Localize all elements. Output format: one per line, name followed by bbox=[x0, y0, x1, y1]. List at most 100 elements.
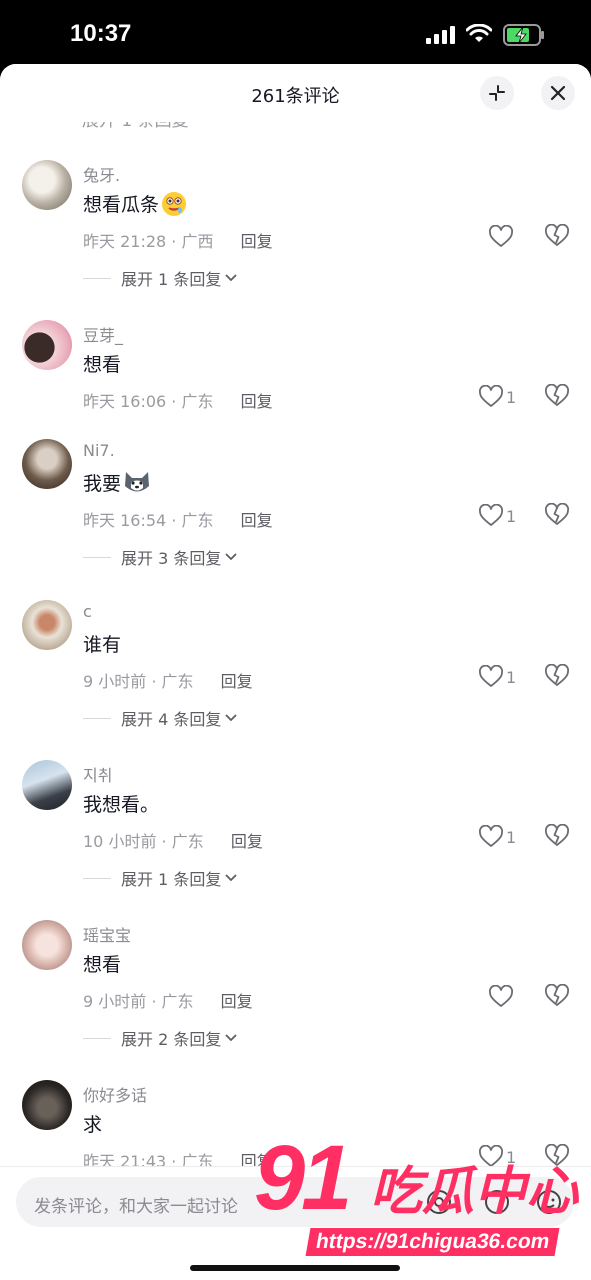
comment-time-location: 9 小时前 · 广东 bbox=[83, 992, 194, 1011]
comment-time-location: 昨天 21:28 · 广西 bbox=[83, 232, 214, 251]
divider-line bbox=[83, 556, 111, 558]
like-button[interactable] bbox=[488, 984, 516, 1010]
watermark-brand-text: 吃瓜中心 bbox=[370, 1162, 579, 1222]
comment-meta: 10 小时前 · 广东 回复 bbox=[83, 828, 263, 852]
heart-icon bbox=[479, 385, 503, 407]
expand-replies-button[interactable]: 展开 1 条回复 bbox=[83, 866, 237, 890]
comment-text: 我想看。 bbox=[83, 790, 159, 817]
comment-text-content: 我想看。 bbox=[83, 794, 160, 816]
comment-text: 想看 bbox=[83, 350, 121, 377]
reply-button[interactable]: 回复 bbox=[231, 832, 263, 851]
comment-meta: 昨天 16:54 · 广东 回复 bbox=[83, 507, 273, 531]
like-count: 1 bbox=[506, 387, 517, 407]
collapse-icon bbox=[489, 85, 505, 101]
expand-replies-label: 展开 1 条回复 bbox=[121, 870, 222, 889]
watermark-logo: 91 吃瓜中心 https://91chigua36.com bbox=[250, 1132, 580, 1272]
comment-text: 求 bbox=[83, 1110, 102, 1137]
like-count: 1 bbox=[506, 506, 517, 526]
like-button[interactable]: 1 bbox=[478, 664, 516, 690]
like-count: 1 bbox=[506, 667, 517, 687]
broken-heart-icon[interactable] bbox=[544, 224, 570, 248]
comment-text: 谁有 bbox=[83, 630, 121, 657]
wifi-icon bbox=[466, 24, 492, 42]
husky-dog-emoji-icon bbox=[125, 471, 150, 491]
avatar[interactable] bbox=[22, 600, 72, 650]
expand-replies-button[interactable]: 展开 3 条回复 bbox=[83, 545, 237, 569]
comment-text: 我要 bbox=[83, 469, 151, 496]
expand-replies-label: 展开 3 条回复 bbox=[121, 549, 222, 568]
comment-username[interactable]: Ni7. bbox=[83, 441, 115, 460]
comment-text-content: 谁有 bbox=[83, 634, 122, 656]
reply-button[interactable]: 回复 bbox=[241, 392, 273, 411]
comment-username[interactable]: 지취 bbox=[83, 762, 112, 786]
close-button[interactable] bbox=[541, 76, 575, 110]
like-button[interactable] bbox=[488, 224, 516, 250]
comment-username[interactable]: 豆芽_ bbox=[83, 322, 123, 346]
like-button[interactable]: 1 bbox=[478, 384, 516, 410]
heart-icon bbox=[489, 985, 513, 1007]
divider-line bbox=[83, 877, 111, 879]
comment-input-placeholder: 发条评论，和大家一起讨论 bbox=[34, 1197, 238, 1217]
chevron-down-icon bbox=[225, 553, 237, 561]
comment-time-location: 9 小时前 · 广东 bbox=[83, 672, 194, 691]
reply-button[interactable]: 回复 bbox=[221, 672, 253, 691]
comment-meta: 9 小时前 · 广东 回复 bbox=[83, 668, 253, 692]
like-button[interactable]: 1 bbox=[478, 503, 516, 529]
sheet-header: 261条评论 bbox=[0, 64, 591, 122]
comment-text-content: 想看瓜条 bbox=[83, 194, 160, 216]
comment-meta: 昨天 16:06 · 广东 回复 bbox=[83, 388, 273, 412]
comment-username[interactable]: c bbox=[83, 602, 92, 621]
avatar[interactable] bbox=[22, 920, 72, 970]
comment-meta: 昨天 21:28 · 广西 回复 bbox=[83, 228, 273, 252]
broken-heart-icon[interactable] bbox=[544, 664, 570, 688]
chevron-down-icon bbox=[225, 274, 237, 282]
reply-button[interactable]: 回复 bbox=[221, 992, 253, 1011]
comment-time-location: 昨天 16:06 · 广东 bbox=[83, 392, 214, 411]
broken-heart-icon[interactable] bbox=[544, 503, 570, 527]
heart-icon bbox=[479, 825, 503, 847]
close-icon bbox=[550, 85, 566, 101]
reply-button[interactable]: 回复 bbox=[241, 511, 273, 530]
expand-replies-label: 展开 4 条回复 bbox=[121, 710, 222, 729]
heart-icon bbox=[489, 225, 513, 247]
like-button[interactable]: 1 bbox=[478, 824, 516, 850]
expand-replies-button[interactable]: 展开 4 条回复 bbox=[83, 706, 237, 730]
reply-button[interactable]: 回复 bbox=[241, 232, 273, 251]
avatar[interactable] bbox=[22, 320, 72, 370]
collapse-button[interactable] bbox=[480, 76, 514, 110]
avatar[interactable] bbox=[22, 439, 72, 489]
comment-text: 想看瓜条 bbox=[83, 190, 187, 217]
drooling-face-emoji-icon bbox=[162, 191, 187, 216]
comment-username[interactable]: 瑶宝宝 bbox=[83, 922, 131, 946]
divider-line bbox=[83, 717, 111, 719]
broken-heart-icon[interactable] bbox=[544, 984, 570, 1008]
comment-text-content: 想看 bbox=[83, 354, 122, 376]
divider-line bbox=[83, 277, 111, 279]
comment-text-content: 想看 bbox=[83, 954, 122, 976]
avatar[interactable] bbox=[22, 760, 72, 810]
expand-replies-label: 展开 2 条回复 bbox=[121, 1030, 222, 1049]
broken-heart-icon[interactable] bbox=[544, 384, 570, 408]
comments-sheet: 261条评论 展开 1 条回复 兔牙. 想看瓜条 bbox=[0, 64, 591, 1280]
watermark-number: 91 bbox=[254, 1127, 352, 1229]
chevron-down-icon bbox=[225, 714, 237, 722]
avatar[interactable] bbox=[22, 1080, 72, 1130]
comment-meta: 9 小时前 · 广东 回复 bbox=[83, 988, 253, 1012]
heart-icon bbox=[479, 504, 503, 526]
status-time: 10:37 bbox=[70, 20, 132, 47]
comment-text: 想看 bbox=[83, 950, 121, 977]
divider-line bbox=[83, 1037, 111, 1039]
heart-icon bbox=[479, 665, 503, 687]
comment-username[interactable]: 兔牙. bbox=[83, 162, 120, 186]
like-count: 1 bbox=[506, 827, 517, 847]
expand-replies-button[interactable]: 展开 2 条回复 bbox=[83, 1026, 237, 1050]
comment-text-content: 求 bbox=[83, 1114, 103, 1136]
broken-heart-icon[interactable] bbox=[544, 824, 570, 848]
comment-time-location: 10 小时前 · 广东 bbox=[83, 832, 204, 851]
comment-text-content: 我要 bbox=[83, 473, 122, 495]
expand-replies-button[interactable]: 展开 1 条回复 bbox=[83, 266, 237, 290]
cellular-signal-icon bbox=[426, 26, 455, 44]
expand-replies-label: 展开 1 条回复 bbox=[121, 270, 222, 289]
comment-username[interactable]: 你好多话 bbox=[83, 1082, 147, 1106]
avatar[interactable] bbox=[22, 160, 72, 210]
